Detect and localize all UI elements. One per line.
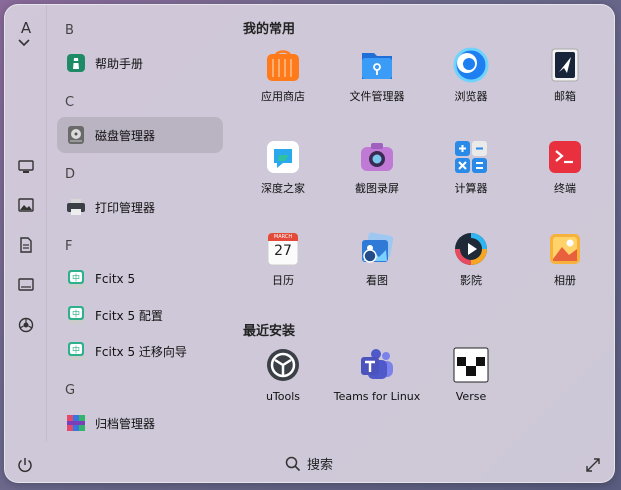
- keyboard-icon: 中: [65, 340, 87, 362]
- file-manager-tile[interactable]: 文件管理器: [332, 47, 422, 104]
- calculator-icon: [453, 139, 489, 175]
- verse-icon: [453, 347, 489, 383]
- app-label: 相册: [554, 274, 576, 287]
- list-item-fcitx5-config[interactable]: 中 Fcitx 5 配置: [57, 297, 223, 333]
- camera-icon: [359, 139, 395, 175]
- list-item-label: 帮助手册: [95, 56, 144, 71]
- calendar-tile[interactable]: MARCH 27 日历: [238, 231, 328, 288]
- search-box[interactable]: 搜索: [285, 454, 333, 473]
- browser-tile[interactable]: 浏览器: [426, 47, 516, 104]
- terminal-tile[interactable]: 终端: [520, 139, 610, 196]
- computer-icon[interactable]: [17, 158, 35, 176]
- app-label: 影院: [460, 274, 482, 287]
- list-item-archive-manager[interactable]: 归档管理器: [57, 405, 223, 441]
- deepin-home-tile[interactable]: 深度之家: [238, 139, 328, 196]
- teams-icon: [359, 347, 395, 383]
- disk-icon: [65, 124, 87, 146]
- group-letter: G: [65, 383, 76, 398]
- keyboard-icon: 中: [65, 268, 87, 290]
- sort-mode-button[interactable]: A: [17, 21, 35, 48]
- list-item-disk-manager[interactable]: 磁盘管理器: [57, 117, 223, 153]
- app-label: uTools: [265, 390, 301, 403]
- power-icon[interactable]: [17, 457, 33, 477]
- list-item-print-manager[interactable]: 打印管理器: [57, 189, 223, 225]
- app-label: 浏览器: [454, 90, 488, 103]
- app-label: 终端: [554, 182, 576, 195]
- archive-icon: [65, 412, 87, 434]
- calendar-icon: MARCH 27: [265, 231, 301, 267]
- app-label: Verse: [455, 390, 487, 403]
- sports-ball-icon[interactable]: [17, 316, 35, 334]
- list-item-fcitx5-migrator[interactable]: 中 Fcitx 5 迁移向导: [57, 333, 223, 369]
- list-item-fcitx5[interactable]: 中 Fcitx 5: [57, 261, 223, 297]
- app-label: 邮箱: [554, 90, 576, 103]
- app-label: 日历: [272, 274, 294, 287]
- keyboard-icon: 中: [65, 304, 87, 326]
- lighthouse-icon: [65, 52, 87, 74]
- document-icon[interactable]: [17, 236, 35, 254]
- group-letter: B: [65, 23, 74, 38]
- app-label: 看图: [366, 274, 388, 287]
- calendar-day: 27: [274, 243, 292, 259]
- mail-icon: [547, 47, 583, 83]
- group-letter: F: [65, 239, 73, 254]
- file-manager-icon: [359, 47, 395, 83]
- list-item-label: Fcitx 5: [95, 272, 136, 286]
- app-label: 深度之家: [261, 182, 305, 195]
- printer-icon: [65, 196, 87, 218]
- app-label: 应用商店: [261, 90, 305, 103]
- svg-text:中: 中: [72, 345, 80, 355]
- svg-text:中: 中: [72, 309, 80, 319]
- photos-icon: [547, 231, 583, 267]
- calculator-tile[interactable]: 计算器: [426, 139, 516, 196]
- list-item-help-manual[interactable]: 帮助手册: [57, 45, 223, 81]
- app-store-tile[interactable]: 应用商店: [238, 47, 328, 104]
- chevron-down-icon: [18, 39, 30, 47]
- utools-tile[interactable]: uTools: [238, 347, 328, 404]
- search-label: 搜索: [307, 458, 334, 473]
- bottom-bar: 搜索: [5, 445, 614, 482]
- store-icon: [265, 47, 301, 83]
- image-viewer-icon: [359, 231, 395, 267]
- list-item-label: Fcitx 5 配置: [95, 308, 163, 323]
- fullscreen-expand-icon[interactable]: [585, 457, 601, 477]
- mail-tile[interactable]: 邮箱: [520, 47, 610, 104]
- teams-tile[interactable]: Teams for Linux: [332, 347, 422, 404]
- recent-title: 最近安装: [243, 324, 296, 339]
- search-icon: [285, 456, 301, 471]
- app-list: B 帮助手册 C 磁盘管理器 D 打印管理器 F 中 Fcitx 5 中 Fci…: [47, 5, 232, 441]
- svg-text:中: 中: [72, 273, 80, 283]
- monitor-icon[interactable]: [17, 276, 35, 294]
- app-label: 计算器: [454, 182, 488, 195]
- image-icon[interactable]: [17, 196, 35, 214]
- group-letter: C: [65, 95, 75, 110]
- deepin-home-icon: [265, 139, 301, 175]
- app-label: 文件管理器: [349, 90, 405, 103]
- verse-tile[interactable]: Verse: [426, 347, 516, 404]
- list-item-label: Fcitx 5 迁移向导: [95, 344, 187, 359]
- movie-tile[interactable]: 影院: [426, 231, 516, 288]
- utools-icon: [265, 347, 301, 383]
- sort-letter: A: [20, 19, 32, 37]
- category-rail: A: [5, 5, 47, 441]
- calendar-month: MARCH: [273, 234, 293, 240]
- list-item-label: 打印管理器: [95, 200, 156, 215]
- movie-icon: [453, 231, 489, 267]
- list-item-label: 归档管理器: [95, 416, 156, 431]
- list-item-label: 磁盘管理器: [95, 128, 156, 143]
- terminal-icon: [547, 139, 583, 175]
- image-viewer-tile[interactable]: 看图: [332, 231, 422, 288]
- group-letter: D: [65, 167, 76, 182]
- favorites-title: 我的常用: [243, 22, 296, 37]
- app-label: 截图录屏: [355, 182, 399, 195]
- photos-tile[interactable]: 相册: [520, 231, 610, 288]
- launcher-window: A B 帮助手册 C 磁盘管理器 D 打印管理器 F 中 Fcitx 5 中 F…: [4, 4, 615, 483]
- app-label: Teams for Linux: [333, 390, 421, 403]
- browser-icon: [453, 47, 489, 83]
- screenshot-tile[interactable]: 截图录屏: [332, 139, 422, 196]
